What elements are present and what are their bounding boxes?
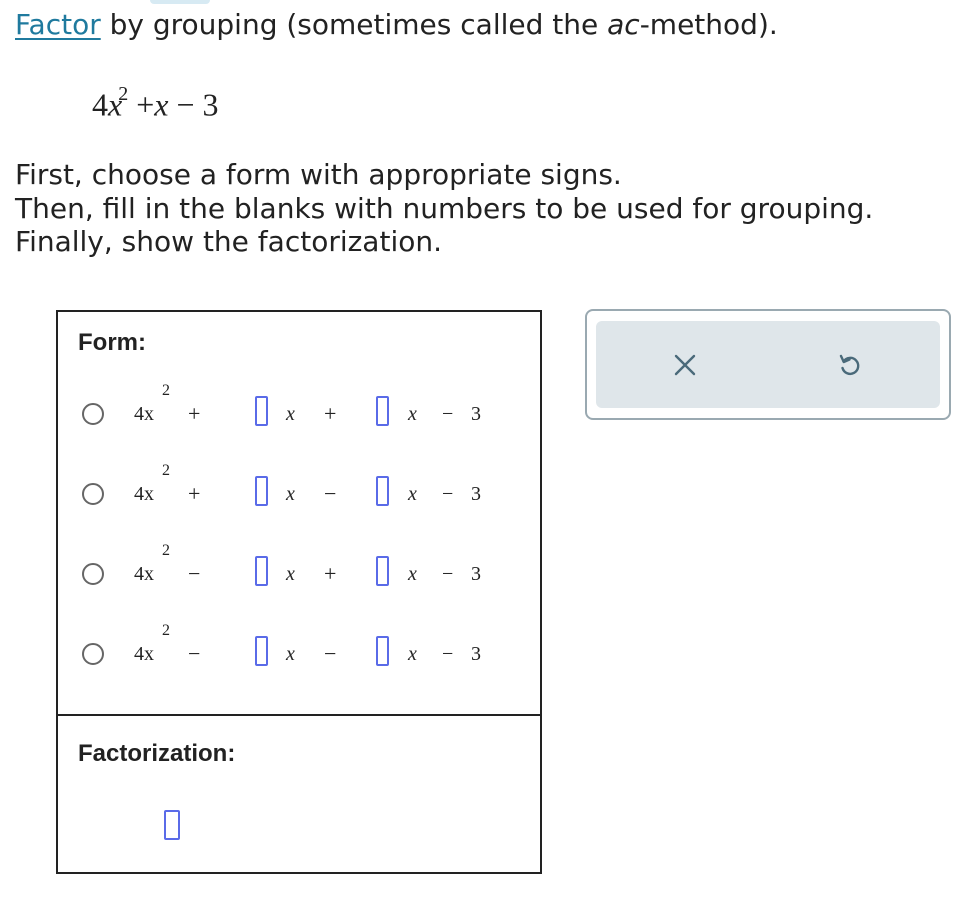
factor-link[interactable]: Factor: [15, 8, 101, 41]
poly-coef: 4: [92, 86, 108, 123]
option-constant: 3: [471, 643, 481, 665]
form-option-2: 4x 2 + x − x − 3: [78, 462, 518, 516]
answer-box: Form: 4x 2 + x + x − 3 4x 2 + x − x − 3 …: [56, 310, 542, 874]
option-sign-1: −: [188, 641, 201, 666]
option-var-1: x: [286, 403, 295, 425]
tool-panel-inner: [596, 321, 940, 408]
form-title: Form:: [78, 329, 146, 356]
instruction-1: First, choose a form with appropriate si…: [15, 158, 622, 191]
poly-exp: 2: [118, 83, 129, 105]
form-option-1: 4x 2 + x + x − 3: [78, 382, 518, 436]
prompt-text-2: -method).: [639, 8, 778, 41]
option-sign-2: +: [324, 401, 337, 426]
option-exponent: 2: [162, 622, 170, 639]
option-sign-3: −: [442, 563, 454, 585]
prompt-ac: ac: [607, 8, 640, 41]
option-constant: 3: [471, 403, 481, 425]
form-option-4: 4x 2 − x − x − 3: [78, 622, 518, 676]
coefficient-blank-2[interactable]: [376, 556, 389, 586]
coefficient-blank-1[interactable]: [255, 636, 268, 666]
option-var-2: x: [408, 643, 417, 665]
form-option-radio[interactable]: [82, 403, 104, 425]
option-exponent: 2: [162, 382, 170, 399]
factorization-title: Factorization:: [78, 740, 236, 767]
poly-op1: +: [136, 86, 155, 123]
form-option-radio[interactable]: [82, 643, 104, 665]
option-sign-1: −: [188, 561, 201, 586]
option-exponent: 2: [162, 542, 170, 559]
option-constant: 3: [471, 483, 481, 505]
coefficient-blank-2[interactable]: [376, 636, 389, 666]
instruction-3: Finally, show the factorization.: [15, 225, 442, 258]
option-lead-term: 4x: [134, 643, 154, 665]
option-var-1: x: [286, 483, 295, 505]
clear-button[interactable]: [665, 345, 705, 385]
option-sign-2: +: [324, 561, 337, 586]
coefficient-blank-2[interactable]: [376, 476, 389, 506]
tool-panel: [585, 309, 951, 420]
close-icon: [674, 354, 696, 376]
poly-var2: x: [154, 86, 169, 123]
option-lead-term: 4x: [134, 403, 154, 425]
option-lead-term: 4x: [134, 563, 154, 585]
option-var-2: x: [408, 483, 417, 505]
option-sign-1: +: [188, 481, 201, 506]
option-sign-2: −: [324, 481, 337, 506]
prompt-line: Factor by grouping (sometimes called the…: [15, 8, 778, 42]
top-tab-indicator: [150, 0, 210, 4]
option-constant: 3: [471, 563, 481, 585]
coefficient-blank-2[interactable]: [376, 396, 389, 426]
form-section: Form: 4x 2 + x + x − 3 4x 2 + x − x − 3 …: [58, 312, 540, 716]
coefficient-blank-1[interactable]: [255, 476, 268, 506]
option-var-2: x: [408, 563, 417, 585]
coefficient-blank-1[interactable]: [255, 556, 268, 586]
undo-button[interactable]: [830, 345, 870, 385]
option-sign-1: +: [188, 401, 201, 426]
coefficient-blank-1[interactable]: [255, 396, 268, 426]
poly-const: 3: [202, 86, 219, 123]
form-option-3: 4x 2 − x + x − 3: [78, 542, 518, 596]
option-sign-2: −: [324, 641, 337, 666]
factorization-input[interactable]: [164, 810, 180, 840]
polynomial-expression: 4x2 +x − 3: [92, 78, 219, 125]
option-var-1: x: [286, 643, 295, 665]
instruction-2: Then, fill in the blanks with numbers to…: [15, 192, 874, 225]
option-lead-term: 4x: [134, 483, 154, 505]
option-var-2: x: [408, 403, 417, 425]
option-sign-3: −: [442, 403, 454, 425]
option-sign-3: −: [442, 643, 454, 665]
poly-op2: −: [176, 86, 195, 123]
option-exponent: 2: [162, 462, 170, 479]
form-option-radio[interactable]: [82, 483, 104, 505]
prompt-text-1: by grouping (sometimes called the: [100, 8, 608, 41]
option-var-1: x: [286, 563, 295, 585]
form-option-radio[interactable]: [82, 563, 104, 585]
option-sign-3: −: [442, 483, 454, 505]
undo-icon: [839, 354, 860, 375]
